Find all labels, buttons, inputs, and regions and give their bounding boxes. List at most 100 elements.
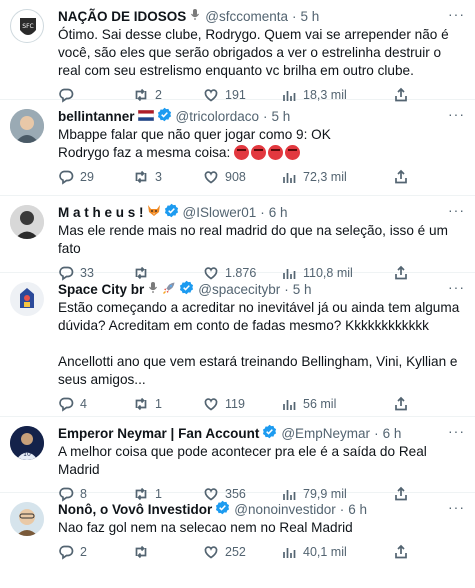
tweet[interactable]: M a t h e u s ! @ISlower01 · 6 h ··· Mas… bbox=[0, 196, 475, 281]
microphone-icon bbox=[147, 281, 159, 297]
svg-text:SFC: SFC bbox=[22, 23, 33, 30]
tweet-time[interactable]: 5 h bbox=[272, 109, 291, 124]
author-handle[interactable]: @spacecitybr bbox=[198, 282, 280, 297]
author-handle[interactable]: @sfccomenta bbox=[205, 9, 288, 24]
tweet[interactable]: SFC NAÇÃO DE IDOSOS @sfccomenta · 5 h ··… bbox=[0, 0, 475, 103]
tweet-actions: 29 3 908 72,3 mil bbox=[58, 162, 465, 192]
more-options-icon[interactable]: ··· bbox=[448, 6, 465, 22]
views-button[interactable]: 72,3 mil bbox=[281, 169, 373, 185]
angry-face-icon bbox=[268, 145, 284, 160]
retweet-button[interactable]: 1 bbox=[133, 396, 203, 412]
heart-icon bbox=[204, 398, 218, 411]
view-count: 72,3 mil bbox=[303, 170, 347, 184]
author-name[interactable]: bellintanner bbox=[58, 109, 135, 124]
share-button[interactable] bbox=[393, 169, 409, 185]
avatar[interactable] bbox=[10, 502, 44, 536]
verified-badge-icon bbox=[215, 500, 230, 518]
retweet-icon bbox=[135, 545, 147, 559]
separator-dot: · bbox=[292, 8, 297, 24]
retweet-button[interactable]: 3 bbox=[133, 169, 203, 185]
avatar[interactable]: 10 bbox=[10, 426, 44, 460]
tweet-text: Ótimo. Sai desse clube, Rodrygo. Quem va… bbox=[58, 27, 453, 78]
separator-dot: · bbox=[374, 425, 379, 441]
tweet-text: Nao faz gol nem na selecao nem no Real M… bbox=[58, 520, 353, 535]
tweet-actions: 4 1 119 56 mil bbox=[58, 389, 465, 419]
tweet[interactable]: bellintanner @tricolordaco · 5 h ··· Mba… bbox=[0, 100, 475, 196]
tweet-text: Mbappe falar que não quer jogar como 9: … bbox=[58, 126, 465, 162]
retweet-icon bbox=[135, 397, 147, 411]
separator-dot: · bbox=[260, 204, 265, 220]
tweet-time[interactable]: 6 h bbox=[348, 502, 367, 517]
more-options-icon[interactable]: ··· bbox=[448, 423, 465, 439]
reply-button[interactable]: 29 bbox=[58, 169, 133, 185]
more-options-icon[interactable]: ··· bbox=[448, 499, 465, 515]
tweet-feed: SFC NAÇÃO DE IDOSOS @sfccomenta · 5 h ··… bbox=[0, 0, 475, 588]
retweet-button[interactable] bbox=[133, 544, 203, 560]
avatar[interactable] bbox=[10, 109, 44, 143]
retweet-count: 3 bbox=[155, 170, 162, 184]
separator-dot: · bbox=[284, 281, 289, 297]
author-name[interactable]: Space City br bbox=[58, 282, 144, 297]
tweet[interactable]: 10 Emperor Neymar | Fan Account @EmpNeym… bbox=[0, 417, 475, 502]
separator-dot: · bbox=[339, 501, 345, 517]
like-count: 908 bbox=[225, 170, 246, 184]
netherlands-flag-icon bbox=[137, 108, 154, 124]
like-count: 119 bbox=[225, 397, 245, 411]
heart-icon bbox=[204, 171, 218, 184]
more-options-icon[interactable]: ··· bbox=[448, 279, 465, 295]
retweet-count: 1 bbox=[155, 397, 162, 411]
angry-face-icon bbox=[285, 145, 301, 160]
tweet-text: Estão começando a acreditar no inevitáve… bbox=[58, 300, 460, 387]
tweet-text: Mas ele rende mais no real madrid do que… bbox=[58, 223, 452, 256]
like-button[interactable]: 119 bbox=[203, 396, 281, 412]
views-button[interactable]: 40,1 mil bbox=[281, 544, 373, 560]
views-chart-icon bbox=[283, 400, 296, 410]
svg-text:10: 10 bbox=[23, 451, 31, 458]
tweet[interactable]: Nonô, o Vovô Investidor @nonoinvestidor … bbox=[0, 493, 475, 588]
reply-button[interactable]: 4 bbox=[58, 396, 133, 412]
verified-badge-icon bbox=[179, 280, 194, 298]
angry-face-icon bbox=[251, 145, 267, 160]
views-chart-icon bbox=[283, 173, 296, 183]
share-button[interactable] bbox=[393, 544, 409, 560]
verified-badge-icon bbox=[262, 424, 277, 442]
author-handle[interactable]: @ISlower01 bbox=[183, 205, 257, 220]
tweet-time[interactable]: 5 h bbox=[293, 282, 312, 297]
more-options-icon[interactable]: ··· bbox=[448, 106, 465, 122]
tweet-time[interactable]: 6 h bbox=[383, 426, 402, 441]
verified-badge-icon bbox=[157, 107, 172, 125]
tweet-time[interactable]: 6 h bbox=[269, 205, 288, 220]
share-button[interactable] bbox=[393, 396, 409, 412]
author-handle[interactable]: @EmpNeymar bbox=[281, 426, 370, 441]
reply-button[interactable]: 2 bbox=[58, 544, 133, 560]
author-name[interactable]: Nonô, o Vovô Investidor bbox=[58, 502, 212, 517]
avatar[interactable]: SFC bbox=[10, 9, 44, 43]
reply-count: 29 bbox=[80, 170, 94, 184]
views-chart-icon bbox=[283, 548, 296, 558]
avatar[interactable] bbox=[10, 205, 44, 239]
like-button[interactable]: 252 bbox=[203, 544, 281, 560]
separator-dot: · bbox=[263, 108, 268, 124]
author-name[interactable]: Emperor Neymar | Fan Account bbox=[58, 426, 259, 441]
like-count: 252 bbox=[225, 545, 246, 559]
tweet-text: A melhor coisa que pode acontecer pra el… bbox=[58, 444, 431, 477]
author-handle[interactable]: @tricolordaco bbox=[176, 109, 260, 124]
views-button[interactable]: 56 mil bbox=[281, 396, 373, 412]
reply-icon bbox=[59, 170, 74, 185]
angry-face-icon bbox=[234, 145, 250, 160]
reply-count: 2 bbox=[80, 545, 87, 559]
rocket-icon bbox=[162, 281, 176, 298]
microphone-icon bbox=[189, 8, 201, 24]
tweet-time[interactable]: 5 h bbox=[301, 9, 320, 24]
more-options-icon[interactable]: ··· bbox=[448, 202, 465, 218]
author-name[interactable]: NAÇÃO DE IDOSOS bbox=[58, 9, 186, 24]
fox-emoji-icon bbox=[147, 204, 161, 220]
author-name[interactable]: M a t h e u s ! bbox=[58, 205, 144, 220]
avatar[interactable] bbox=[10, 282, 44, 316]
author-handle[interactable]: @nonoinvestidor bbox=[234, 502, 336, 517]
view-count: 40,1 mil bbox=[303, 545, 347, 559]
verified-badge-icon bbox=[164, 203, 179, 221]
tweet[interactable]: Space City br @spacecitybr · 5 h ··· Est… bbox=[0, 273, 475, 417]
reply-icon bbox=[59, 397, 74, 412]
like-button[interactable]: 908 bbox=[203, 169, 281, 185]
